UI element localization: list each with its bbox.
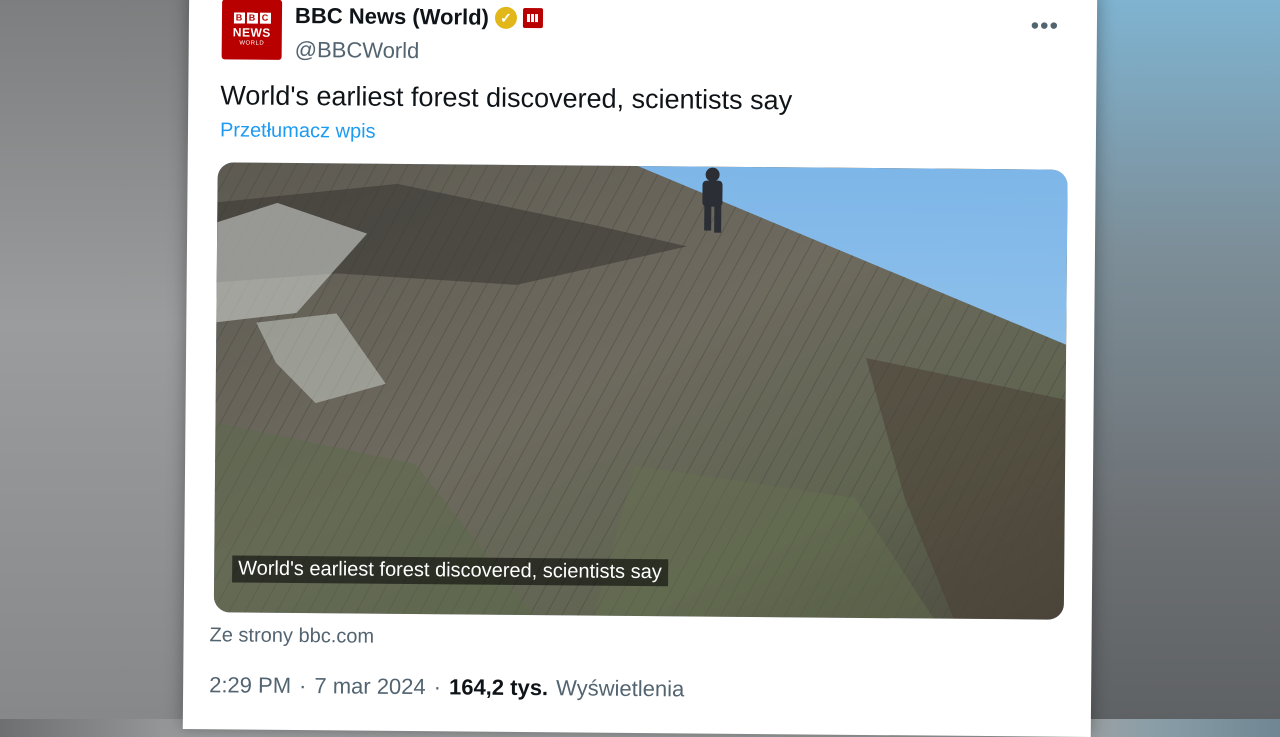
tweet-text: World's earliest forest discovered, scie… [220, 80, 793, 116]
verified-badge-icon[interactable]: ✓ [494, 6, 518, 29]
avatar-news-text: NEWS [232, 25, 271, 40]
avatar-world-text: WORLD [239, 40, 265, 47]
more-options-icon[interactable]: ••• [1031, 12, 1059, 39]
name-row: BBC News (World) ✓ [295, 3, 544, 31]
display-name[interactable]: BBC News (World) [295, 3, 489, 31]
meta-separator-2: · [433, 674, 442, 700]
translate-link[interactable]: Przetłumacz wpis [220, 119, 376, 143]
video-caption: World's earliest forest discovered, scie… [232, 555, 668, 587]
tweet-date[interactable]: 7 mar 2024 [314, 673, 426, 700]
bbc-letter-c: C [259, 12, 271, 24]
views-label: Wyświetlenia [556, 675, 685, 702]
media-video[interactable]: World's earliest forest discovered, scie… [213, 162, 1068, 620]
meta-separator-1: · [298, 673, 307, 699]
bbc-affiliation-icon[interactable] [522, 7, 544, 29]
video-frame-image [213, 162, 1068, 620]
bbc-logo-blocks: B B C [233, 12, 271, 24]
avatar[interactable]: B B C NEWS WORLD [221, 0, 283, 60]
views-count: 164,2 tys. [448, 674, 549, 701]
bbc-letter-b2: B [246, 12, 258, 24]
tweet-time[interactable]: 2:29 PM [209, 672, 291, 699]
bbc-letter-b1: B [233, 12, 245, 24]
tweet-meta: 2:29 PM · 7 mar 2024 · 164,2 tys. Wyświe… [209, 672, 684, 702]
background-left [0, 0, 200, 719]
background-right [1080, 0, 1280, 719]
tweet-card: B B C NEWS WORLD BBC News (World) ✓ @BBC… [182, 0, 1098, 737]
account-handle[interactable]: @BBCWorld [295, 37, 420, 64]
card-source-link[interactable]: Ze strony bbc.com [209, 624, 374, 648]
